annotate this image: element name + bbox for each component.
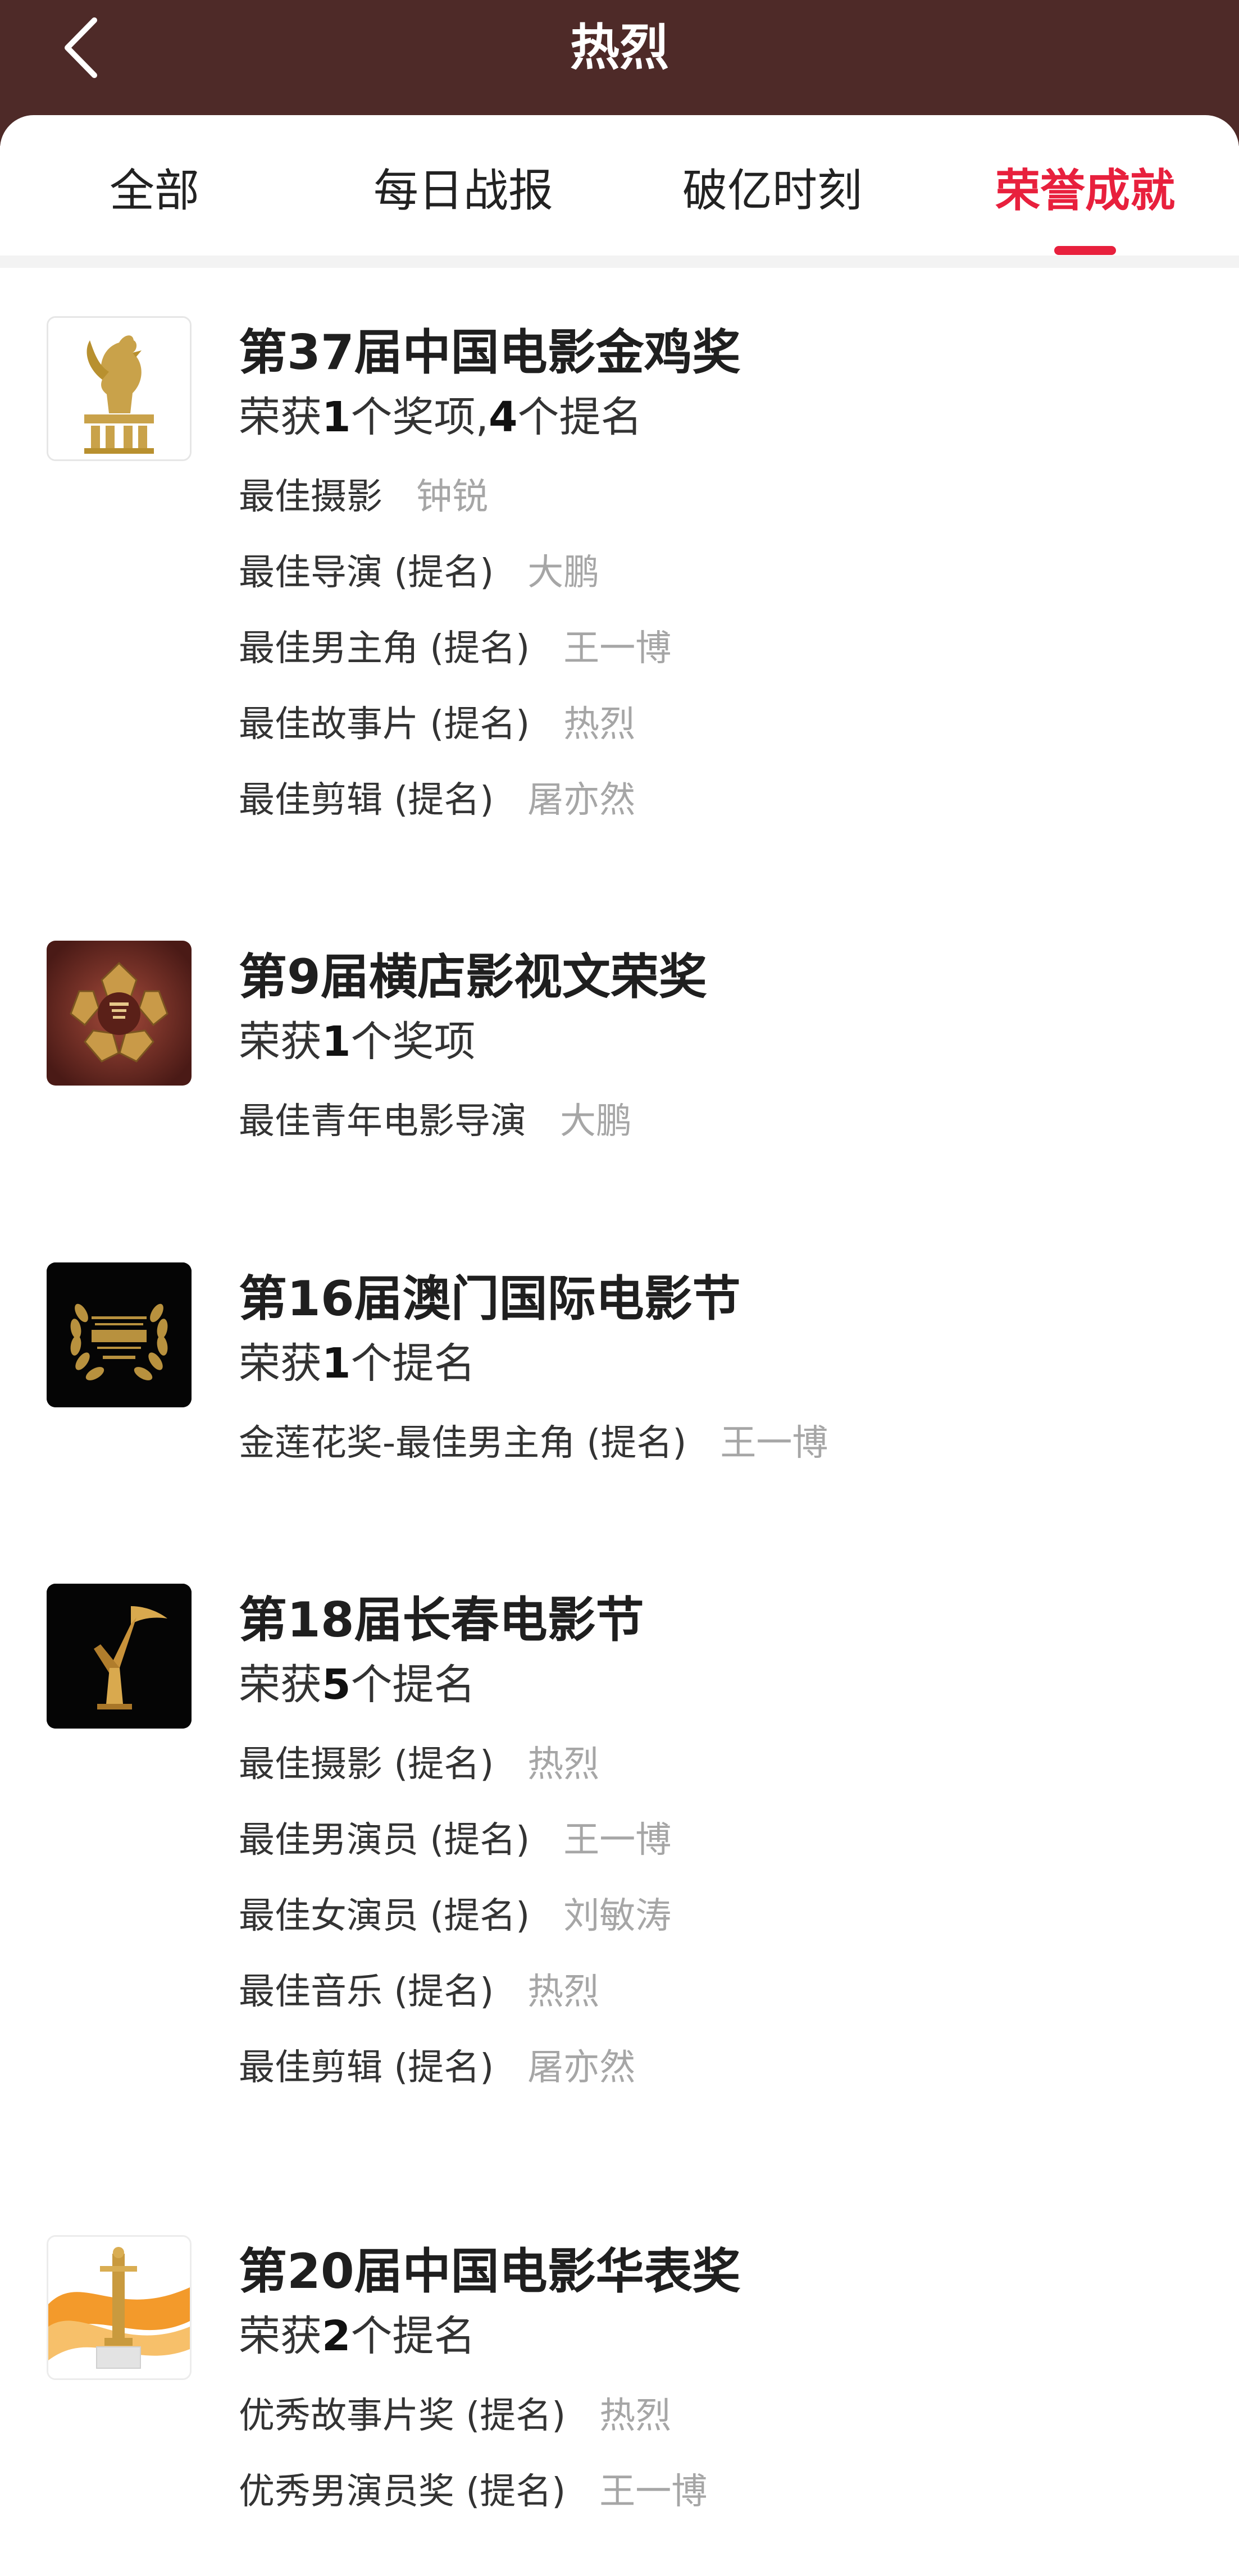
award-summary: 荣获2个提名 xyxy=(239,2308,476,2364)
award-item: 最佳音乐 (提名) 热烈 xyxy=(239,1964,671,2040)
tab-honors[interactable]: 荣誉成就 xyxy=(978,157,1192,225)
award-item-name: 最佳男演员 (提名) xyxy=(239,1820,530,1861)
summary-prefix: 荣获 xyxy=(239,393,322,441)
nomination-count: 5 xyxy=(322,1661,351,1709)
award-item-person: 刘敏涛 xyxy=(563,1895,672,1937)
award-item-name: 金莲花奖-最佳男主角 (提名) xyxy=(239,1423,687,1464)
summary-suffix: 个提名 xyxy=(517,393,643,441)
award-item-name: 最佳剪辑 (提名) xyxy=(239,779,494,821)
summary-suffix: 个奖项 xyxy=(350,1018,476,1066)
award-title: 第18届长春电影节 xyxy=(239,1592,644,1648)
award-item-person: 大鹏 xyxy=(560,1101,632,1142)
award-item-person: 王一博 xyxy=(720,1423,828,1464)
award-item-person: 大鹏 xyxy=(527,552,600,594)
award-item: 最佳剪辑 (提名) 屠亦然 xyxy=(239,2040,671,2115)
award-item-name: 最佳音乐 (提名) xyxy=(239,1971,494,2013)
award-item: 最佳女演员 (提名) 刘敏涛 xyxy=(239,1888,671,1964)
tab-all[interactable]: 全部 xyxy=(84,157,225,225)
award-item-name: 优秀男演员奖 (提名) xyxy=(239,2471,566,2513)
award-item-list: 最佳青年电影导演 大鹏 xyxy=(239,1093,632,1169)
award-item-name: 最佳摄影 (提名) xyxy=(239,1744,494,1785)
tab-divider xyxy=(0,256,1239,268)
award-item-list: 最佳摄影 钟锐 最佳导演 (提名) 大鹏 最佳男主角 (提名) 王一博 最佳故事片 (… xyxy=(239,469,671,848)
huabiao-pillar-trophy-icon xyxy=(47,2235,192,2380)
summary-prefix: 荣获 xyxy=(239,1339,322,1388)
award-item-name: 最佳男主角 (提名) xyxy=(239,628,530,669)
award-item: 优秀男演员奖 (提名) 王一博 xyxy=(239,2464,707,2539)
tab-daily-report[interactable]: 每日战报 xyxy=(359,157,567,225)
award-title: 第37届中国电影金鸡奖 xyxy=(239,325,741,381)
award-count: 1 xyxy=(322,1018,351,1066)
summary-suffix: 个提名 xyxy=(350,1339,476,1388)
award-title: 第9届横店影视文荣奖 xyxy=(239,949,707,1005)
summary-prefix: 荣获 xyxy=(239,1661,322,1709)
award-item-person: 王一博 xyxy=(563,1820,672,1861)
award-item: 最佳摄影 (提名) 热烈 xyxy=(239,1736,671,1812)
active-tab-indicator xyxy=(1054,246,1116,255)
award-summary: 荣获1个奖项,4个提名 xyxy=(239,389,643,445)
award-item: 金莲花奖-最佳男主角 (提名) 王一博 xyxy=(239,1415,828,1491)
summary-suffix: 个提名 xyxy=(350,2312,476,2360)
award-item-person: 屠亦然 xyxy=(527,779,636,821)
award-summary: 荣获1个奖项 xyxy=(239,1014,476,1070)
award-title: 第20届中国电影华表奖 xyxy=(239,2244,741,2300)
award-item: 最佳摄影 钟锐 xyxy=(239,469,671,545)
award-item: 最佳青年电影导演 大鹏 xyxy=(239,1093,632,1169)
summary-suffix: 个提名 xyxy=(350,1661,476,1709)
nomination-count: 1 xyxy=(322,1339,351,1388)
award-item: 最佳剪辑 (提名) 屠亦然 xyxy=(239,772,671,848)
award-item-name: 最佳摄影 xyxy=(239,476,382,518)
tab-box-office-milestones[interactable]: 破亿时刻 xyxy=(668,157,876,225)
award-item-list: 优秀故事片奖 (提名) 热烈 优秀男演员奖 (提名) 王一博 xyxy=(239,2388,707,2539)
award-item-name: 最佳剪辑 (提名) xyxy=(239,2047,494,2089)
award-item-person: 热烈 xyxy=(527,1744,600,1785)
award-item-person: 热烈 xyxy=(599,2395,672,2437)
award-item: 优秀故事片奖 (提名) 热烈 xyxy=(239,2388,707,2464)
award-item: 最佳导演 (提名) 大鹏 xyxy=(239,545,671,621)
summary-prefix: 荣获 xyxy=(239,1018,322,1066)
award-item-name: 优秀故事片奖 (提名) xyxy=(239,2395,566,2437)
award-item: 最佳男演员 (提名) 王一博 xyxy=(239,1812,671,1888)
award-item-name: 最佳女演员 (提名) xyxy=(239,1895,530,1937)
award-item-name: 最佳导演 (提名) xyxy=(239,552,494,594)
award-item-list: 金莲花奖-最佳男主角 (提名) 王一博 xyxy=(239,1415,828,1491)
nomination-count: 4 xyxy=(489,393,518,441)
award-item-list: 最佳摄影 (提名) 热烈 最佳男演员 (提名) 王一博 最佳女演员 (提名) 刘敏涛 … xyxy=(239,1736,671,2115)
golden-rooster-trophy-icon xyxy=(47,316,192,461)
award-count: 1 xyxy=(322,393,351,441)
tab-bar: 全部 每日战报 破亿时刻 荣誉成就 xyxy=(0,115,1239,256)
nomination-count: 2 xyxy=(322,2312,351,2360)
page-title: 热烈 xyxy=(570,19,669,76)
award-item-person: 热烈 xyxy=(563,704,636,745)
award-item-person: 热烈 xyxy=(527,1971,600,2013)
award-item-name: 最佳青年电影导演 xyxy=(239,1101,526,1142)
wenrong-award-emblem-icon xyxy=(47,941,192,1086)
award-item-person: 王一博 xyxy=(563,628,672,669)
award-item: 最佳故事片 (提名) 热烈 xyxy=(239,696,671,772)
macau-film-festival-laurel-icon xyxy=(47,1262,192,1407)
summary-mid: 个奖项, xyxy=(350,393,489,441)
changchun-golden-deer-trophy-icon xyxy=(47,1584,192,1729)
award-item-name: 最佳故事片 (提名) xyxy=(239,704,530,745)
award-item-person: 钟锐 xyxy=(416,476,488,518)
award-item-person: 屠亦然 xyxy=(527,2047,636,2089)
award-summary: 荣获1个提名 xyxy=(239,1335,476,1392)
award-summary: 荣获5个提名 xyxy=(239,1657,476,1713)
summary-prefix: 荣获 xyxy=(239,2312,322,2360)
award-item: 最佳男主角 (提名) 王一博 xyxy=(239,621,671,696)
award-item-person: 王一博 xyxy=(599,2471,708,2513)
award-title: 第16届澳门国际电影节 xyxy=(239,1271,741,1327)
